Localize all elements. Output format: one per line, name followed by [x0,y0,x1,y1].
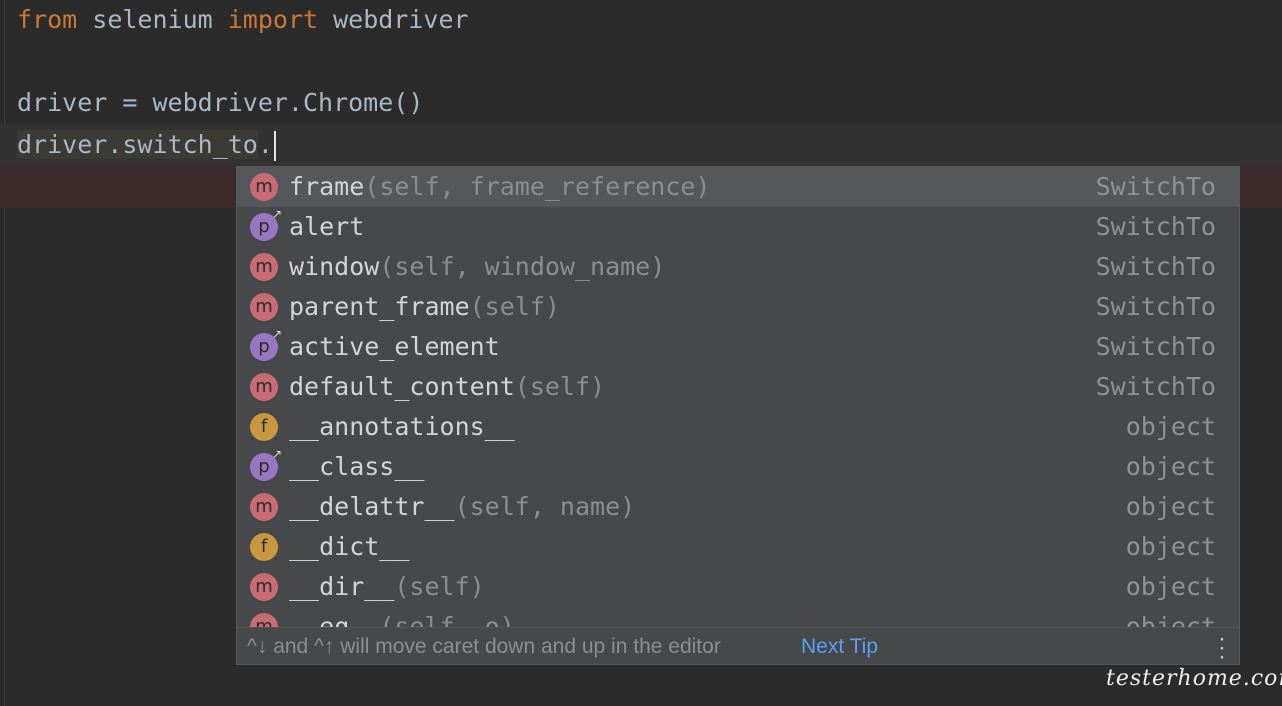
method-icon: m [250,613,278,627]
method-icon: m [250,173,278,201]
watermark: testerhome.com [1106,666,1282,691]
completion-item-type: object [1125,452,1216,481]
more-options-icon[interactable]: · · · [1217,627,1227,665]
property-icon: p ↗ [250,208,282,241]
completion-item-signature: (self, o) [379,612,515,627]
property-icon: p ↗ [250,328,282,361]
completion-item-type: SwitchTo [1095,252,1216,281]
completion-item-type: object [1125,532,1216,561]
completion-item-signature: (self) [514,372,606,401]
completion-item-signature: (self, frame_reference) [364,172,711,201]
completion-item-name: __delattr__(self, name) [289,492,636,521]
gutter-divider [4,0,5,706]
method-icon: m [250,293,278,321]
completion-item-type: object [1125,492,1216,521]
highlighted-reference: driver.switch_to [17,130,258,159]
field-icon: f [250,413,278,441]
tip-text: ^↓ and ^↑ will move caret down and up in… [247,635,721,658]
completion-item-type: SwitchTo [1095,372,1216,401]
completion-item-name: __dict__ [289,532,410,561]
completion-item-name: frame(self, frame_reference) [289,172,711,201]
completion-item[interactable]: p ↗ alert SwitchTo [237,207,1239,247]
completion-item-name: parent_frame(self) [289,292,560,321]
imported-name: webdriver [318,5,469,34]
code-text: driver = webdriver.Chrome() [17,88,424,117]
completion-item-signature: (self, window_name) [379,252,666,281]
completion-footer: ^↓ and ^↑ will move caret down and up in… [237,627,1239,665]
completion-item[interactable]: m __dir__(self) object [237,567,1239,607]
completion-item-name: alert [289,212,365,241]
keyword-from: from [17,5,78,34]
completion-item-type: SwitchTo [1095,292,1216,321]
dot-text: . [257,130,273,159]
completion-item[interactable]: m __delattr__(self, name) object [237,487,1239,527]
completion-item-name: default_content(self) [289,372,606,401]
completion-list[interactable]: m frame(self, frame_reference) SwitchTo p ↗ a… [237,167,1239,627]
completion-item[interactable]: p ↗ __class__ object [237,447,1239,487]
field-icon: f [250,533,278,561]
code-line-1[interactable]: from selenium import webdriver [17,0,469,40]
completion-item[interactable]: m __eq__(self, o) object [237,607,1239,627]
code-line-4[interactable]: driver.switch_to. [17,125,276,165]
completion-item-signature: (self) [469,292,560,321]
completion-item-name: active_element [289,332,500,361]
completion-item[interactable]: f __dict__ object [237,527,1239,567]
completion-item-name: __class__ [289,452,425,481]
completion-item-type: SwitchTo [1095,172,1216,201]
method-icon: m [250,373,278,401]
completion-item-name: __dir__(self) [289,572,485,601]
completion-item[interactable]: m parent_frame(self) SwitchTo [237,287,1239,327]
method-icon: m [250,573,278,601]
completion-item-signature: (self, name) [454,492,636,521]
keyword-import: import [227,5,319,34]
completion-item-type: SwitchTo [1095,332,1216,361]
code-line-3[interactable]: driver = webdriver.Chrome() [17,83,423,123]
completion-item[interactable]: f __annotations__ object [237,407,1239,447]
completion-popup[interactable]: m frame(self, frame_reference) SwitchTo p ↗ a… [236,166,1240,665]
completion-item-signature: (self) [394,572,485,601]
property-icon: p ↗ [250,448,282,481]
module-name: selenium [77,5,228,34]
completion-item[interactable]: p ↗ active_element SwitchTo [237,327,1239,367]
completion-item-name: __annotations__ [289,412,515,441]
method-icon: m [250,253,278,281]
completion-item[interactable]: m frame(self, frame_reference) SwitchTo [237,167,1239,207]
text-caret [273,131,276,161]
completion-item-type: SwitchTo [1095,212,1216,241]
completion-item-type: object [1125,412,1216,441]
completion-item-type: object [1125,572,1216,601]
next-tip-link[interactable]: Next Tip [801,628,878,664]
completion-item-name: __eq__(self, o) [289,607,515,627]
completion-item-type: object [1125,612,1216,627]
completion-item[interactable]: m window(self, window_name) SwitchTo [237,247,1239,287]
completion-item[interactable]: m default_content(self) SwitchTo [237,367,1239,407]
completion-item-name: window(self, window_name) [289,252,666,281]
method-icon: m [250,493,278,521]
